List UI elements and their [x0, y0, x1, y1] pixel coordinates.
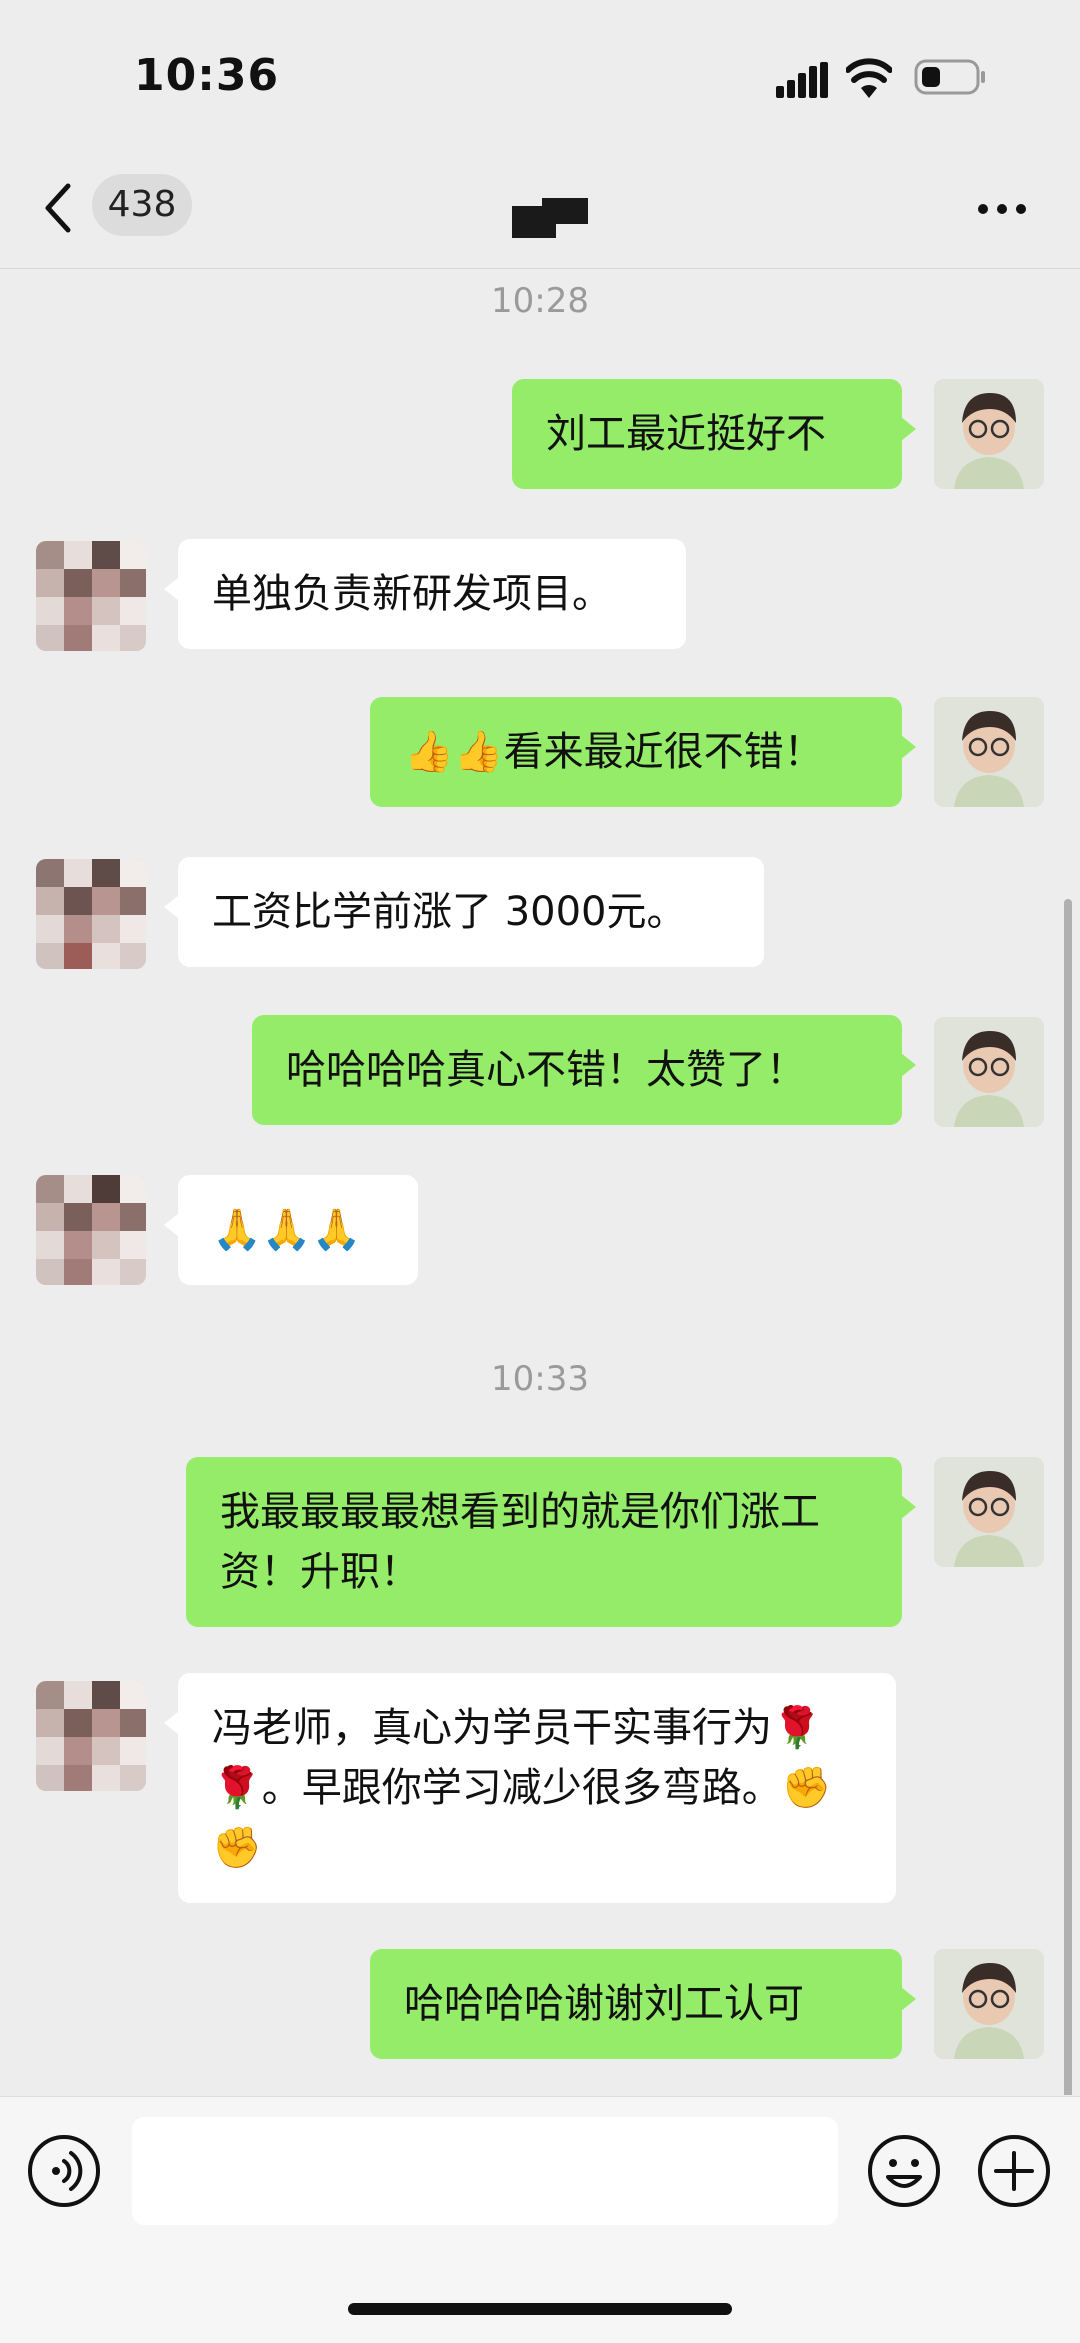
message-bubble-received[interactable]: 单独负责新研发项目。: [164, 539, 686, 649]
contact-avatar[interactable]: [36, 1175, 146, 1285]
my-avatar[interactable]: [934, 1457, 1044, 1567]
message-bubble-received[interactable]: 🙏🙏🙏: [164, 1175, 418, 1285]
message-bubble-sent[interactable]: 👍👍看来最近很不错！: [370, 697, 916, 807]
status-bar: 10:36: [0, 0, 1080, 150]
my-avatar[interactable]: [934, 1949, 1044, 2059]
back-chevron-icon[interactable]: [40, 180, 76, 236]
plus-icon[interactable]: [976, 2133, 1052, 2209]
chat-message-list[interactable]: 10:28 刘工最近挺好不 单独负责新研发项目。 👍👍看来最近很不错！ 工资比学…: [0, 269, 1080, 2095]
unread-count-badge[interactable]: 438: [92, 174, 192, 236]
message-input-bar: [0, 2096, 1080, 2343]
message-bubble-received[interactable]: 冯老师，真心为学员干实事行为🌹🌹。早跟你学习减少很多弯路。✊✊: [164, 1673, 896, 1903]
cellular-signal-icon: [776, 62, 828, 98]
contact-avatar[interactable]: [36, 1681, 146, 1791]
home-indicator[interactable]: [348, 2303, 732, 2315]
contact-name-redacted: [512, 198, 588, 238]
status-time: 10:36: [134, 50, 280, 101]
contact-avatar[interactable]: [36, 541, 146, 651]
message-bubble-sent[interactable]: 哈哈哈哈真心不错！太赞了！: [252, 1015, 916, 1125]
my-avatar[interactable]: [934, 697, 1044, 807]
message-bubble-sent[interactable]: 刘工最近挺好不: [512, 379, 916, 489]
my-avatar[interactable]: [934, 379, 1044, 489]
voice-input-icon[interactable]: [26, 2133, 102, 2209]
emoji-icon[interactable]: [866, 2133, 942, 2209]
contact-avatar[interactable]: [36, 859, 146, 969]
message-bubble-received[interactable]: 工资比学前涨了 3000元。: [164, 857, 764, 967]
scrollbar[interactable]: [1064, 899, 1072, 2095]
more-options-icon[interactable]: [972, 196, 1032, 222]
my-avatar[interactable]: [934, 1017, 1044, 1127]
timestamp: 10:33: [491, 1359, 589, 1399]
message-bubble-sent[interactable]: 哈哈哈哈谢谢刘工认可: [370, 1949, 916, 2059]
message-input[interactable]: [132, 2117, 838, 2225]
chat-header: 438: [0, 150, 1080, 269]
timestamp: 10:28: [491, 281, 589, 321]
wifi-icon: [846, 58, 892, 98]
message-bubble-sent[interactable]: 我最最最最想看到的就是你们涨工资！升职！: [186, 1457, 916, 1627]
battery-icon: [914, 59, 985, 95]
